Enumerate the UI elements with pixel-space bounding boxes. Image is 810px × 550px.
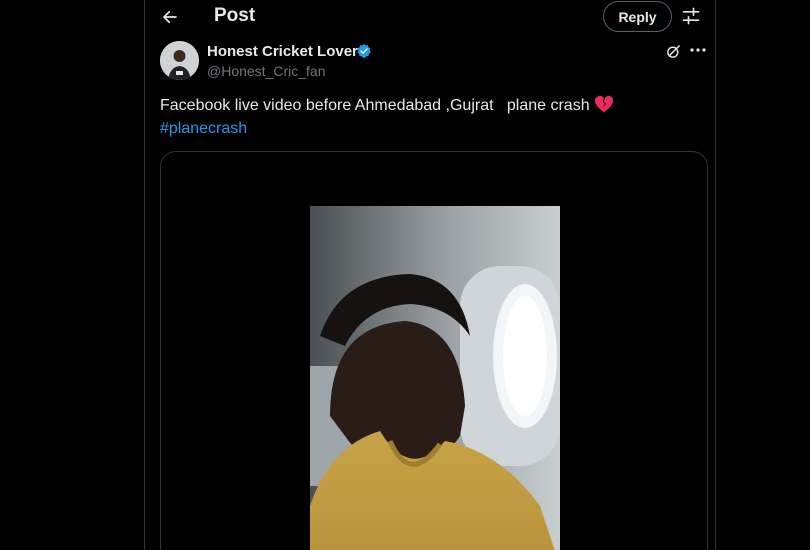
verified-badge-icon xyxy=(357,44,371,58)
filter-button[interactable] xyxy=(679,4,703,28)
post-header: Post Reply xyxy=(145,0,715,34)
post-text: Facebook live video before Ahmedabad ,Gu… xyxy=(160,94,705,140)
avatar[interactable] xyxy=(160,41,199,80)
more-options-button[interactable] xyxy=(688,41,708,59)
filter-sliders-icon xyxy=(682,7,700,25)
page-title: Post xyxy=(214,5,256,26)
back-button[interactable] xyxy=(155,2,185,32)
grok-icon xyxy=(666,44,680,58)
post-body: Facebook live video before Ahmedabad ,Gu… xyxy=(160,97,590,114)
video-thumbnail xyxy=(310,206,560,550)
video-frame xyxy=(310,206,560,550)
video-player[interactable] xyxy=(160,151,708,550)
avatar-image xyxy=(160,41,199,80)
reply-button[interactable]: Reply xyxy=(603,1,672,32)
grok-button[interactable] xyxy=(664,42,682,60)
hashtag-link[interactable]: #planecrash xyxy=(160,120,247,137)
author-name[interactable]: Honest Cricket Lover xyxy=(207,43,358,60)
post-text-line: Facebook live video before Ahmedabad ,Gu… xyxy=(160,94,705,117)
more-icon xyxy=(690,48,706,52)
broken-heart-icon xyxy=(594,95,613,113)
post-column: Post Reply Honest Cricket Lover @Honest_… xyxy=(145,0,715,550)
back-arrow-icon xyxy=(163,10,177,24)
author-handle[interactable]: @Honest_Cric_fan xyxy=(207,63,326,79)
left-gutter xyxy=(0,0,144,550)
right-gutter xyxy=(716,0,810,550)
